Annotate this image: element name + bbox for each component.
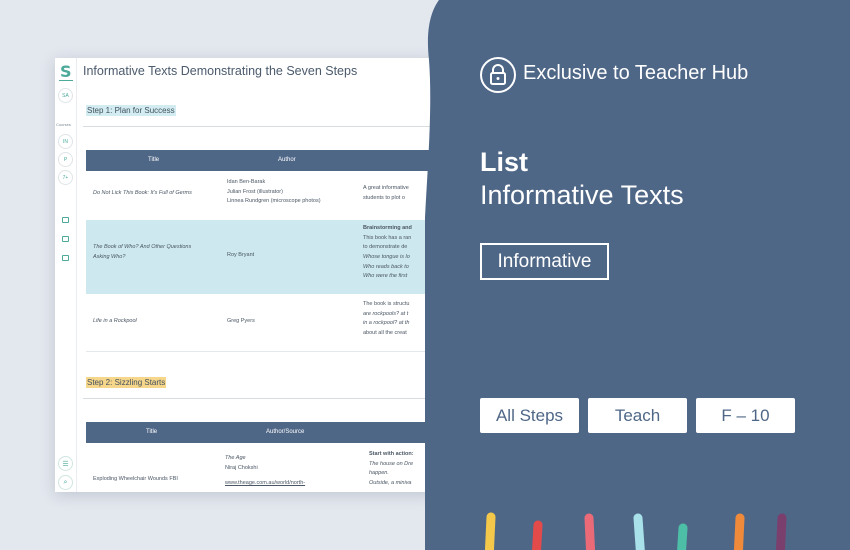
desc-heading: Start with action:: [369, 451, 414, 457]
author-line: Linnea Rundgren (microscope photos): [227, 198, 321, 205]
row-author: Idan Ben-Barak Julian Frost (illustrator…: [227, 178, 321, 207]
row-description: Start with action: The house on Dre happ…: [369, 450, 414, 489]
title-line: Asking Who?: [93, 253, 126, 260]
lock-icon: [480, 57, 516, 93]
desc-line: A great informative: [363, 185, 409, 191]
row-author: Greg Pyers: [227, 318, 255, 324]
course-badge-1[interactable]: IN: [58, 134, 73, 149]
desc-line: This book has a ran: [363, 234, 412, 241]
desc-line: Outside, a miniva: [369, 479, 412, 486]
row-source: The Age Niraj Chokshi www.theage.com.au/…: [225, 454, 305, 489]
row-description: A great informative students to plot o: [363, 184, 409, 203]
user-avatar[interactable]: SA: [58, 88, 73, 103]
step-1-heading: Step 1: Plan for Success: [86, 105, 176, 116]
desc-line: Who reads back to: [363, 263, 409, 270]
category-tag[interactable]: Informative: [480, 243, 609, 280]
exclusive-label: Exclusive to Teacher Hub: [523, 62, 749, 84]
row-title: Do Not Lick This Book: It's Full of Germ…: [93, 190, 192, 196]
app-logo[interactable]: S: [60, 62, 72, 81]
desc-line: The book is structu: [363, 301, 410, 307]
row-description: Brainstorming and This book has a ran to…: [363, 224, 412, 282]
courses-label: Courses: [56, 122, 71, 127]
col-title: Title: [148, 157, 160, 163]
step-1-table-header: Title Author: [86, 150, 435, 171]
logo-underline: [59, 80, 73, 81]
calendar-icon[interactable]: [62, 236, 69, 242]
document-title: Informative Texts Demonstrating the Seve…: [83, 64, 358, 78]
row-author: Roy Bryant: [227, 252, 255, 258]
step-2-heading: Step 2: Sizzling Starts: [86, 377, 167, 388]
divider: [83, 398, 435, 399]
resource-type: List: [480, 147, 529, 177]
author-line: Julian Frost (illustrator): [227, 188, 283, 195]
desc-line: in a rockpool? at th: [363, 320, 410, 327]
desc-line: The house on Dre: [369, 460, 414, 467]
document-preview: S SA Courses IN P 7+ ☰ ⌕ Informative Tex…: [55, 58, 435, 492]
row-description: The book is structu are rockpools? at t …: [363, 300, 409, 339]
tag-all-steps[interactable]: All Steps: [480, 398, 579, 433]
desc-line: happen.: [369, 470, 389, 477]
table-row: Life in a Rockpool Greg Pyers The book i…: [86, 296, 435, 350]
table-row: The Book of Who? And Other Questions Ask…: [86, 220, 435, 294]
source-link[interactable]: www.theage.com.au/world/north-: [225, 479, 305, 489]
col-author: Author: [278, 157, 296, 163]
desc-line: to demonstrate de: [363, 244, 408, 251]
row-title: Life in a Rockpool: [93, 318, 137, 324]
course-badge-2[interactable]: P: [58, 152, 73, 167]
desc-line: are rockpools? at t: [363, 310, 409, 317]
left-rail: S SA Courses IN P 7+ ☰ ⌕: [55, 58, 77, 492]
tag-teach[interactable]: Teach: [588, 398, 687, 433]
desc-line: about all the creat: [363, 329, 407, 336]
desc-heading: Brainstorming and: [363, 225, 412, 231]
course-badge-3[interactable]: 7+: [58, 170, 73, 185]
title-line: The Book of Who? And Other Questions: [93, 244, 192, 250]
source-line: The Age: [225, 455, 246, 461]
row-divider: [86, 351, 435, 352]
desc-line: Who were the first: [363, 273, 408, 280]
table-row: Exploding Wheelchair Wounds FBI The Age …: [86, 446, 435, 492]
source-line: Niraj Chokshi: [225, 464, 258, 471]
row-title: Exploding Wheelchair Wounds FBI: [93, 476, 178, 482]
divider: [83, 126, 435, 127]
step-2-table-header: Title Author/Source: [86, 422, 435, 443]
tag-year-level[interactable]: F – 10: [696, 398, 795, 433]
menu-icon[interactable]: ☰: [58, 456, 73, 471]
desc-line: students to plot o: [363, 194, 405, 201]
col-author-source: Author/Source: [266, 429, 305, 435]
search-icon[interactable]: ⌕: [58, 475, 73, 490]
row-title: The Book of Who? And Other Questions Ask…: [93, 243, 191, 262]
table-row: Do Not Lick This Book: It's Full of Germ…: [86, 174, 435, 218]
desc-line: Whose tongue is lo: [363, 253, 410, 260]
col-title: Title: [146, 429, 158, 435]
duplicate-icon[interactable]: [62, 255, 69, 261]
resource-title: Informative Texts: [480, 180, 684, 210]
copy-icon[interactable]: [62, 217, 69, 223]
author-line: Idan Ben-Barak: [227, 179, 266, 185]
